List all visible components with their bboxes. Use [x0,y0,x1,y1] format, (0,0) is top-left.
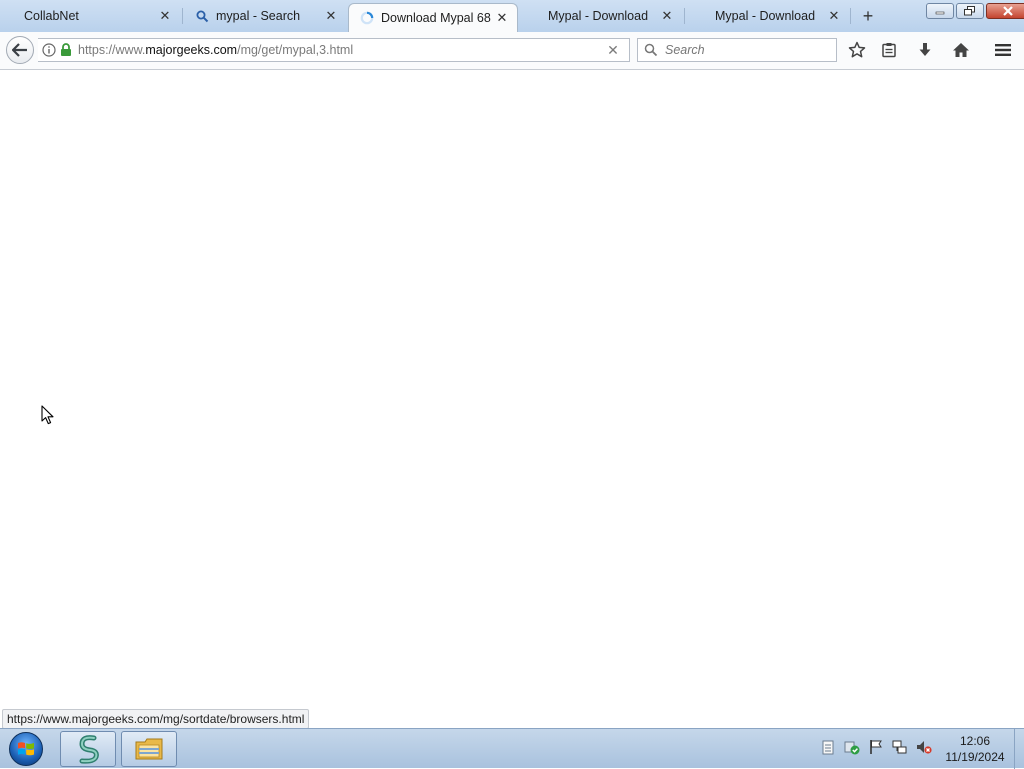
tab-strip: CollabNet ✕ mypal - Search ✕ Download My… [0,0,1024,32]
tab-title: Mypal - Download [548,9,649,23]
back-arrow-icon [12,43,27,57]
url-text[interactable]: https://www.majorgeeks.com/mg/get/mypal,… [78,43,605,57]
minimize-button[interactable] [926,3,954,19]
tab-mypal-download-1[interactable]: Mypal - Download ✕ [538,4,682,28]
tab-title: mypal - Search [216,9,301,23]
tab-separator [850,8,851,24]
status-link-url: https://www.majorgeeks.com/mg/sortdate/b… [2,709,310,729]
windows-logo-icon [9,732,43,766]
tab-close-icon[interactable]: ✕ [660,8,674,23]
url-bar[interactable]: https://www.majorgeeks.com/mg/get/mypal,… [38,38,630,62]
file-explorer-icon[interactable] [121,731,177,767]
clock-date: 11/19/2024 [945,750,1005,764]
show-desktop-button[interactable] [1014,729,1024,769]
tab-title: CollabNet [24,9,79,23]
search-icon [644,43,658,57]
url-scheme: https://www. [78,43,146,57]
back-button[interactable] [6,36,34,64]
tab-close-icon[interactable]: ✕ [495,10,509,25]
lock-icon[interactable] [60,43,72,57]
volume-muted-icon[interactable] [916,739,932,755]
page-content[interactable] [0,70,1024,728]
system-clock[interactable]: 12:06 11/19/2024 [940,733,1010,765]
search-bar[interactable] [637,38,837,62]
network-icon[interactable] [892,739,908,755]
mouse-cursor-icon [41,405,54,425]
menu-icon[interactable] [993,40,1013,60]
url-path: /mg/get/mypal,3.html [237,43,354,57]
taskbar: 12:06 11/19/2024 [0,728,1024,769]
tab-title: Download Mypal 68 [381,11,491,25]
tab-close-icon[interactable]: ✕ [324,8,338,23]
search-input[interactable] [663,40,827,60]
tab-close-icon[interactable]: ✕ [158,8,172,23]
tab-title: Mypal - Download [715,9,816,23]
new-tab-button[interactable]: + [858,6,878,26]
stop-loading-icon[interactable]: ✕ [605,42,621,58]
tab-close-icon[interactable]: ✕ [827,8,841,23]
url-host: majorgeeks.com [145,43,238,57]
restore-button[interactable] [956,3,984,19]
download-icon[interactable] [915,40,935,60]
site-info-icon[interactable] [42,43,56,57]
serpent-app-icon[interactable] [60,731,116,767]
home-icon[interactable] [951,40,971,60]
notes-icon[interactable] [820,739,836,755]
window-controls [924,3,1024,19]
tab-mypal-search[interactable]: mypal - Search ✕ [184,4,346,28]
tab-separator [182,8,183,24]
search-icon [194,8,210,24]
star-icon[interactable] [847,40,867,60]
reading-list-icon[interactable] [879,40,899,60]
tab-separator [684,8,685,24]
security-shield-icon[interactable] [844,739,860,755]
clock-time: 12:06 [959,734,991,748]
tab-mypal-download-2[interactable]: Mypal - Download ✕ [705,4,849,28]
loading-spinner-icon [359,10,375,26]
action-center-flag-icon[interactable] [868,739,884,755]
system-tray [820,739,940,755]
start-button[interactable] [6,731,46,767]
navigation-toolbar: https://www.majorgeeks.com/mg/get/mypal,… [0,32,1024,70]
tab-collabnet[interactable]: CollabNet ✕ [14,4,180,28]
tab-download-mypal[interactable]: Download Mypal 68 ✕ [348,3,518,32]
close-window-button[interactable] [986,3,1024,19]
